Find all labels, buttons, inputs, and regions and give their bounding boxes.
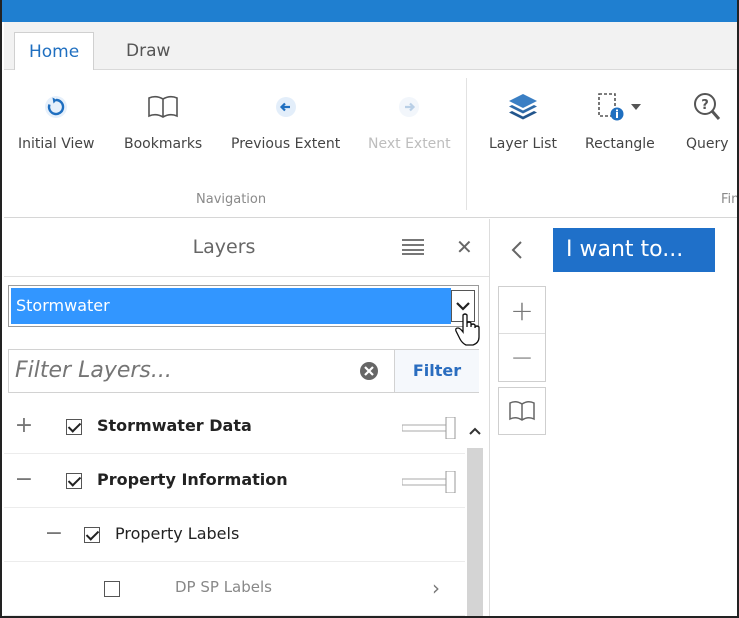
menu-icon[interactable]	[402, 239, 424, 255]
ribbon-toolbar: Initial View Bookmarks Previous Extent N…	[4, 70, 739, 218]
title-bar-text	[8, 0, 12, 8]
opacity-slider[interactable]	[402, 471, 456, 493]
filter-layers-input[interactable]	[15, 358, 345, 383]
initial-view-button[interactable]: Initial View	[18, 90, 94, 152]
layer-visibility-checkbox[interactable]	[66, 419, 82, 435]
chevron-right-icon[interactable]: ›	[432, 576, 440, 600]
layer-label: Property Information	[97, 470, 288, 489]
clear-filter-icon[interactable]	[359, 361, 379, 381]
book-icon	[148, 95, 178, 118]
layer-row-dp-sp-labels[interactable]: DP SP Labels ›	[4, 562, 466, 616]
refresh-icon	[45, 96, 68, 118]
layer-row-property-labels[interactable]: − Property Labels	[4, 508, 466, 562]
rectangle-label: Rectangle	[585, 136, 655, 152]
close-icon[interactable]: ✕	[456, 235, 473, 259]
tab-draw[interactable]: Draw	[112, 32, 184, 71]
book-icon	[509, 400, 535, 421]
theme-dropdown-value: Stormwater	[11, 288, 451, 324]
layers-panel-title: Layers	[192, 236, 256, 258]
find-group-label: Fin	[721, 192, 739, 207]
zoom-out-button[interactable]: −	[499, 334, 545, 381]
tab-home[interactable]: Home	[14, 32, 95, 71]
scroll-up-icon[interactable]	[468, 426, 482, 436]
previous-extent-button[interactable]: Previous Extent	[231, 90, 340, 152]
layer-row-stormwater-data[interactable]: + Stormwater Data	[4, 400, 466, 454]
filter-button[interactable]: Filter	[394, 350, 479, 392]
svg-text:?: ?	[701, 98, 709, 113]
layers-icon	[508, 94, 537, 120]
filter-layers-row: Filter	[8, 349, 479, 393]
layer-visibility-checkbox[interactable]	[66, 473, 82, 489]
layer-visibility-checkbox[interactable]	[84, 527, 100, 543]
layer-list-label: Layer List	[489, 136, 557, 152]
title-bar	[2, 0, 737, 22]
layer-visibility-checkbox[interactable]	[104, 581, 120, 597]
layer-tree-scrollbar[interactable]	[465, 410, 485, 616]
collapse-panel-icon[interactable]	[510, 240, 524, 260]
layer-label: DP SP Labels	[175, 578, 272, 596]
zoom-control: + −	[498, 286, 546, 382]
zoom-in-button[interactable]: +	[499, 287, 545, 334]
scrollbar-thumb[interactable]	[467, 448, 483, 616]
app-window: Home Draw Initial View Bookmarks Previou…	[0, 0, 739, 618]
collapse-toggle[interactable]: −	[44, 521, 64, 546]
query-label: Query	[686, 136, 729, 152]
navigation-group-label: Navigation	[196, 192, 267, 207]
opacity-slider[interactable]	[402, 417, 456, 439]
layers-panel-header: Layers ✕	[4, 219, 489, 277]
bookmarks-label: Bookmarks	[124, 136, 203, 152]
hand-cursor-icon	[455, 313, 480, 346]
layer-label: Property Labels	[115, 524, 240, 543]
next-extent-button[interactable]: Next Extent	[368, 90, 451, 152]
layer-label: Stormwater Data	[97, 416, 252, 435]
query-button[interactable]: ? Query	[686, 90, 729, 152]
initial-view-label: Initial View	[18, 136, 95, 152]
arrow-right-icon	[399, 97, 420, 117]
previous-extent-label: Previous Extent	[231, 136, 341, 152]
ribbon-group-divider	[466, 78, 467, 210]
chevron-down-icon	[456, 302, 470, 311]
i-want-to-button[interactable]: I want to...	[553, 228, 715, 272]
layer-row-property-information[interactable]: − Property Information	[4, 454, 466, 508]
rectangle-info-icon	[598, 93, 624, 121]
theme-dropdown[interactable]: Stormwater	[8, 285, 479, 327]
layer-list-button[interactable]: Layer List	[489, 90, 557, 152]
collapse-toggle[interactable]: −	[14, 467, 34, 492]
arrow-left-icon	[275, 97, 296, 117]
query-icon: ?	[694, 93, 721, 120]
layer-tree: + Stormwater Data − Property Information…	[4, 400, 466, 616]
map-bookmarks-button[interactable]	[498, 387, 546, 435]
chevron-down-icon	[630, 104, 641, 110]
ribbon-tab-bar: Home Draw	[4, 22, 737, 71]
expand-toggle[interactable]: +	[14, 413, 34, 438]
bookmarks-button[interactable]: Bookmarks	[124, 90, 202, 152]
next-extent-label: Next Extent	[368, 136, 451, 152]
rectangle-button[interactable]: Rectangle	[585, 90, 655, 152]
